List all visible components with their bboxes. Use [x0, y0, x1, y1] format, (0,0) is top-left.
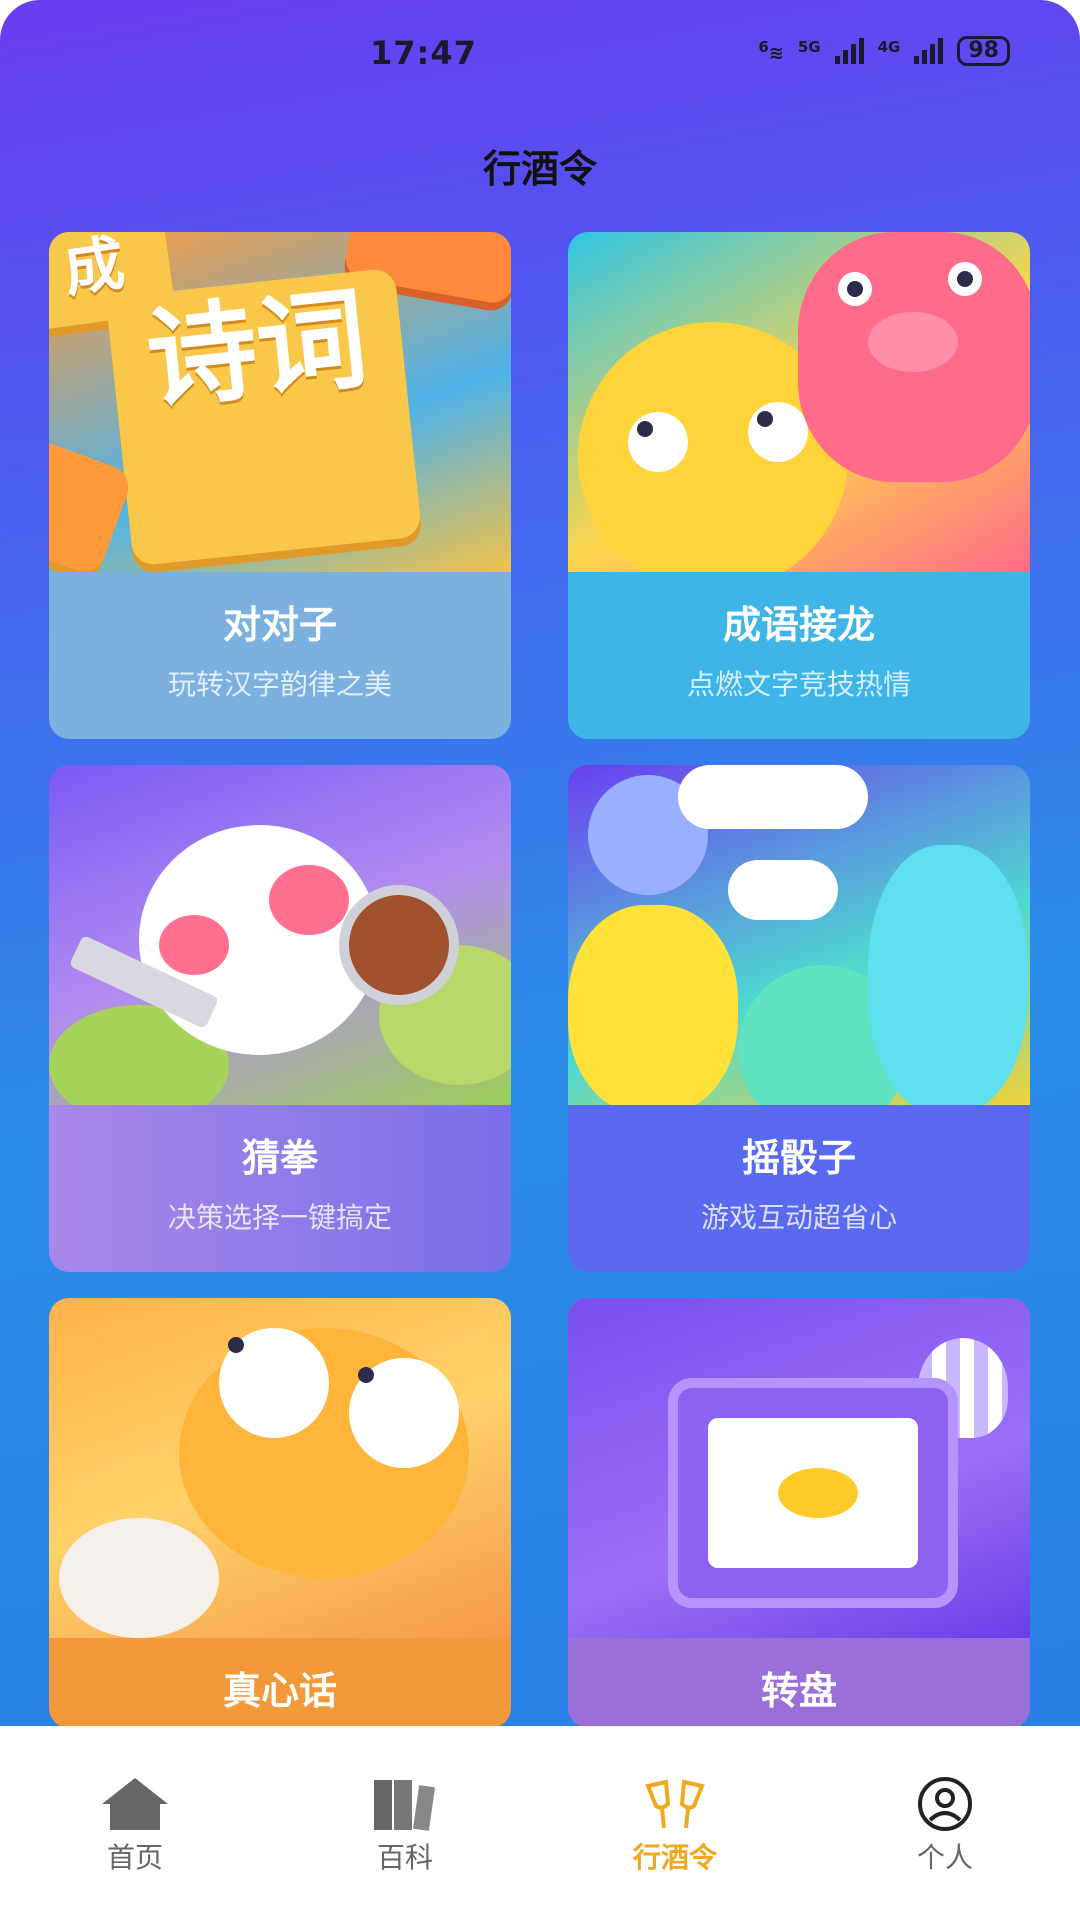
tab-label: 行酒令 [632, 1841, 717, 1874]
card-title: 转盘 [760, 1669, 837, 1713]
wifi-icon: 6≋ [758, 38, 784, 64]
card-subtitle: 点燃文字竞技热情 [686, 668, 911, 701]
tab-label: 个人 [916, 1841, 973, 1874]
card-title: 真心话 [222, 1669, 337, 1713]
bird-eye-left [628, 412, 688, 472]
bird-eye-right [349, 1358, 459, 1468]
cheek-right [269, 865, 349, 935]
tab-profile[interactable]: 个人 [845, 1776, 1045, 1876]
card-rps-info: 猜拳 决策选择一键搞定 [49, 1105, 511, 1272]
card-title: 成语接龙 [722, 603, 875, 647]
status-bar: 17:47 6≋ 5G 4G 98 [0, 30, 1080, 80]
card-subtitle: 决策选择一键搞定 [167, 1201, 392, 1234]
signal-4g-icon: 4G [877, 38, 901, 56]
slot-machine [668, 1378, 958, 1608]
card-truth-illustration [49, 1298, 511, 1638]
pig-snout [868, 312, 958, 372]
card-title: 摇骰子 [741, 1136, 856, 1180]
card-title: 猜拳 [241, 1136, 318, 1180]
tab-encyclopedia[interactable]: 百科 [305, 1776, 505, 1876]
shield [339, 885, 459, 1005]
card-truth[interactable]: 真心话 [49, 1298, 511, 1726]
home-icon [102, 1778, 168, 1830]
signal-5g-icon: 5G [797, 38, 821, 56]
edit-bubble [728, 860, 838, 920]
bottom-tab-bar: 首页 百科 行酒令 个人 [0, 1726, 1080, 1920]
bird-eye-left [219, 1328, 329, 1438]
card-dice-info: 摇骰子 游戏互动超省心 [568, 1105, 1030, 1272]
bird-eye-right [748, 402, 808, 462]
card-rps-illustration [49, 765, 511, 1125]
card-couplet-illustration: 成 诗词 [49, 232, 511, 578]
poetry-tile: 诗词 [105, 267, 423, 567]
cheek-left [159, 915, 229, 975]
status-icons: 6≋ 5G 4G 98 [758, 36, 1010, 66]
tab-label: 百科 [376, 1841, 433, 1874]
card-couplet[interactable]: 成 诗词 对对子 玩转汉字韵律之美 [49, 232, 511, 739]
card-dice-illustration [568, 765, 1030, 1135]
tab-home[interactable]: 首页 [35, 1776, 235, 1876]
pig-eye-right [948, 262, 982, 296]
search-bubble [678, 765, 868, 829]
card-wheel[interactable]: 转盘 [568, 1298, 1030, 1726]
card-idiom-illustration [568, 232, 1030, 592]
card-subtitle: 玩转汉字韵律之美 [167, 668, 392, 701]
books-icon [374, 1780, 435, 1831]
battery-icon: 98 [957, 36, 1010, 66]
card-title: 对对子 [222, 603, 337, 647]
gold-ingot [778, 1468, 858, 1518]
card-couplet-info: 对对子 玩转汉字韵律之美 [49, 572, 511, 739]
yellow-blob [568, 905, 738, 1115]
card-dice[interactable]: 摇骰子 游戏互动超省心 [568, 765, 1030, 1272]
page-title: 行酒令 [482, 147, 597, 191]
card-wheel-illustration [568, 1298, 1030, 1638]
cyan-blob [868, 845, 1028, 1115]
status-time: 17:47 [370, 34, 477, 72]
card-idiom-info: 成语接龙 点燃文字竞技热情 [568, 572, 1030, 739]
card-subtitle: 游戏互动超省心 [700, 1201, 897, 1234]
tab-drinking-game[interactable]: 行酒令 [575, 1776, 775, 1876]
signal-bars-icon [834, 38, 864, 64]
tab-label: 首页 [106, 1841, 163, 1874]
user-icon [918, 1777, 972, 1831]
pig-eye-left [838, 272, 872, 306]
cheers-icon [645, 1779, 705, 1829]
card-idiom-chain[interactable]: 成语接龙 点燃文字竞技热情 [568, 232, 1030, 739]
card-truth-info: 真心话 [49, 1638, 511, 1726]
signal-bars-icon-2 [914, 38, 944, 64]
app-screen: 17:47 6≋ 5G 4G 98 行酒令 成 诗词 对对子 玩转汉字韵律之美 [0, 0, 1080, 1726]
card-rock-paper-scissors[interactable]: 猜拳 决策选择一键搞定 [49, 765, 511, 1272]
card-wheel-info: 转盘 [568, 1638, 1030, 1726]
cat-character [59, 1518, 219, 1638]
